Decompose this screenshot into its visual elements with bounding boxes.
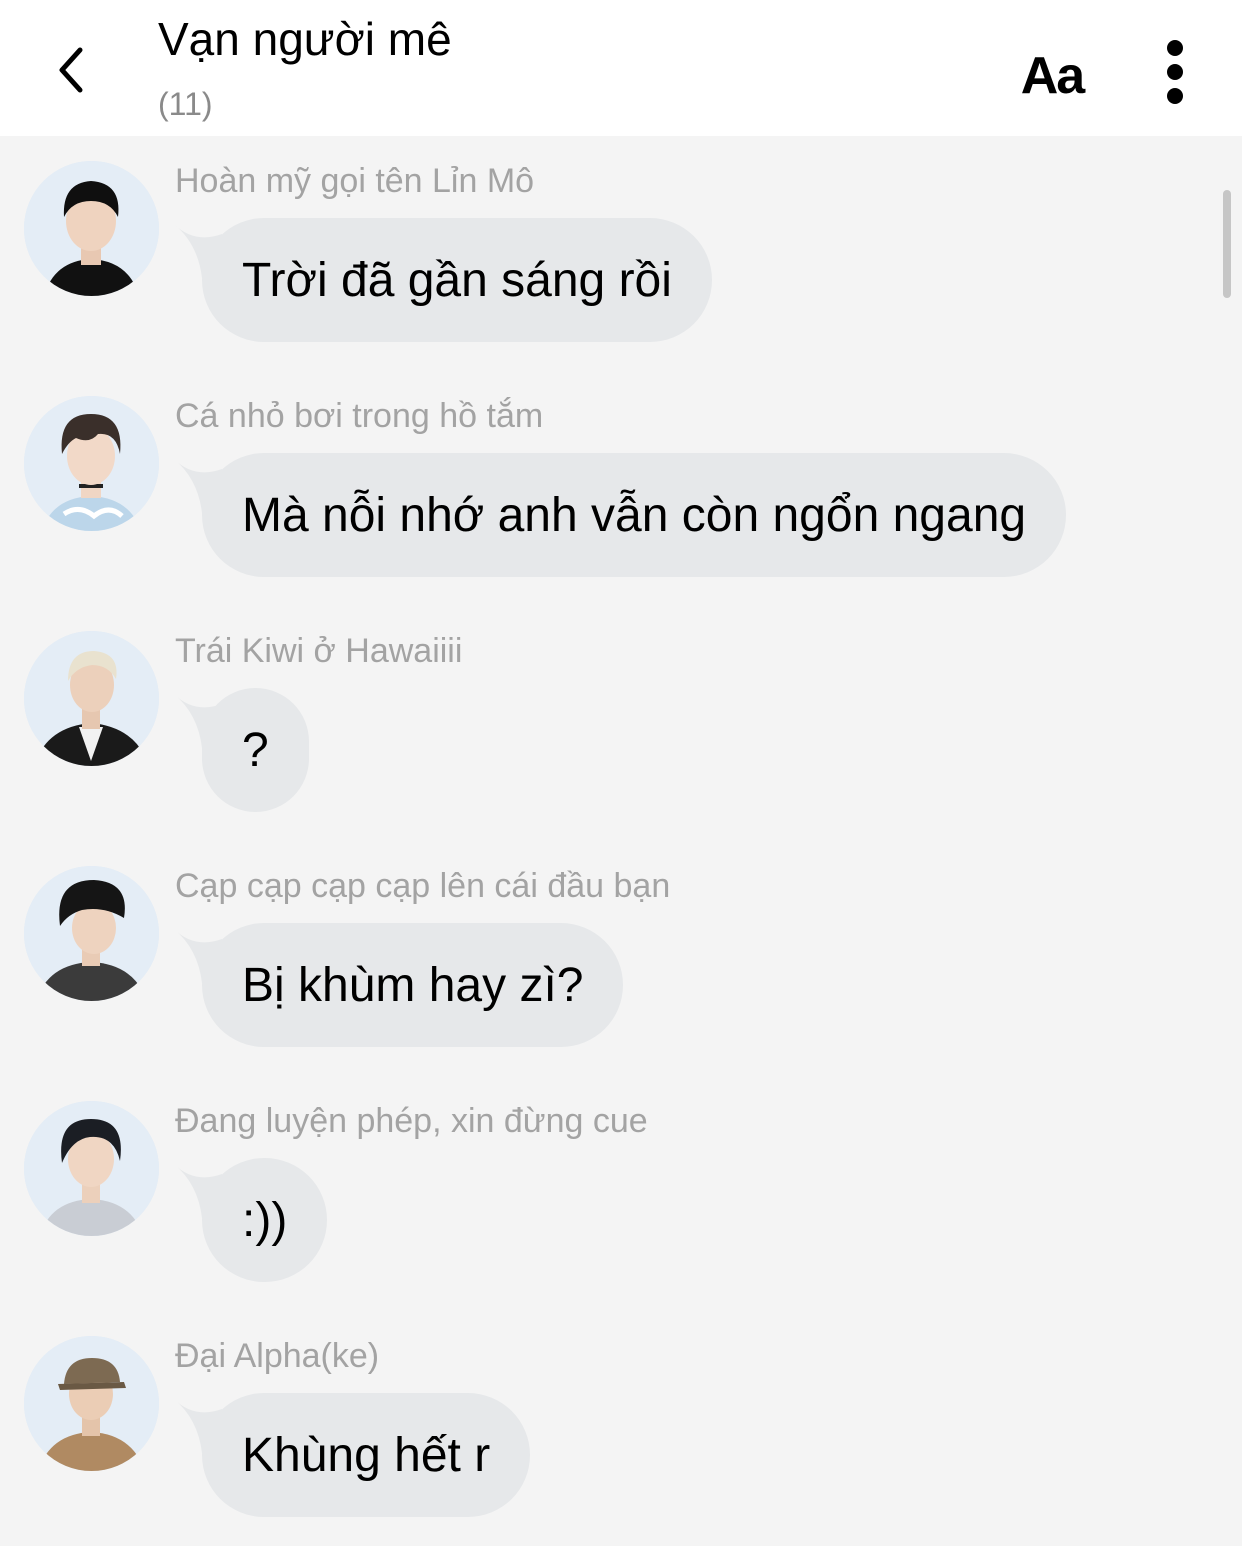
message-item: Đại Alpha(ke) Khùng hết r — [0, 1311, 1242, 1546]
more-dot-icon — [1167, 40, 1183, 56]
person-avatar-icon — [24, 1101, 159, 1236]
sender-name: Cạp cạp cạp cạp lên cái đầu bạn — [175, 867, 671, 905]
message-bubble[interactable]: ? — [202, 688, 309, 812]
message-item: Cá nhỏ bơi trong hồ tắm Mà nỗi nhớ anh v… — [0, 371, 1242, 606]
message-bubble[interactable]: :)) — [202, 1158, 328, 1282]
chevron-left-icon — [59, 47, 83, 93]
message-bubble[interactable]: Mà nỗi nhớ anh vẫn còn ngổn ngang — [202, 453, 1067, 577]
sender-name: Trái Kiwi ở Hawaiiii — [175, 632, 463, 670]
font-size-button[interactable]: Aa — [1012, 44, 1092, 108]
message-item: Hoàn mỹ gọi tên Lỉn Mô Trời đã gần sáng … — [0, 136, 1242, 371]
person-avatar-icon — [24, 631, 159, 766]
avatar[interactable] — [24, 1336, 159, 1471]
avatar[interactable] — [24, 161, 159, 296]
more-dot-icon — [1167, 64, 1183, 80]
more-dot-icon — [1167, 88, 1183, 104]
sender-name: Đang luyện phép, xin đừng cue — [175, 1102, 648, 1140]
person-avatar-icon — [24, 396, 159, 531]
more-options-button[interactable] — [1150, 30, 1200, 110]
chat-header: Vạn người mê (11) Aa — [0, 0, 1242, 136]
chat-title[interactable]: Vạn người mê — [158, 12, 452, 66]
sender-name: Đại Alpha(ke) — [175, 1337, 380, 1375]
sender-name: Cá nhỏ bơi trong hồ tắm — [175, 397, 544, 435]
avatar[interactable] — [24, 866, 159, 1001]
avatar[interactable] — [24, 631, 159, 766]
message-item: Đang luyện phép, xin đừng cue :)) — [0, 1076, 1242, 1311]
back-button[interactable] — [40, 40, 100, 100]
person-avatar-icon — [24, 1336, 159, 1471]
message-bubble[interactable]: Trời đã gần sáng rồi — [202, 218, 712, 342]
message-item: Trái Kiwi ở Hawaiiii ? — [0, 606, 1242, 841]
message-item: Cạp cạp cạp cạp lên cái đầu bạn Bị khùm … — [0, 841, 1242, 1076]
person-avatar-icon — [24, 161, 159, 296]
avatar[interactable] — [24, 396, 159, 531]
avatar[interactable] — [24, 1101, 159, 1236]
member-count: (11) — [158, 86, 213, 122]
sender-name: Hoàn mỹ gọi tên Lỉn Mô — [175, 162, 535, 200]
message-bubble[interactable]: Bị khùm hay zì? — [202, 923, 624, 1047]
message-bubble[interactable]: Khùng hết r — [202, 1393, 531, 1517]
person-avatar-icon — [24, 866, 159, 1001]
